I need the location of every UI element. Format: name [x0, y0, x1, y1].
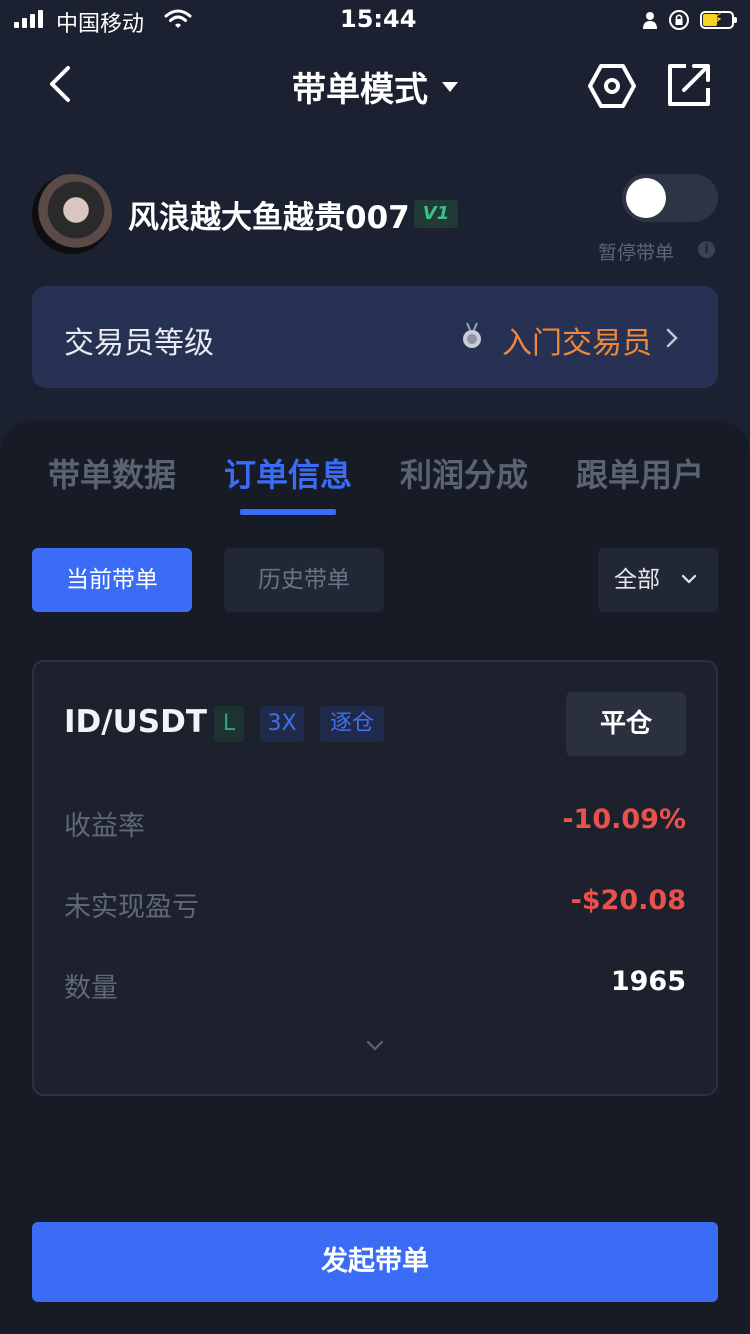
start-copy-trade-button[interactable]: 发起带单: [32, 1222, 718, 1302]
margin-mode-tag: 逐仓: [320, 706, 384, 742]
trader-level-title: 交易员等级: [64, 326, 214, 361]
unrealized-pnl-label: 未实现盈亏: [64, 892, 199, 923]
status-bar: 中国移动 15:44 ⚡: [0, 0, 750, 40]
leverage-tag: 3X: [260, 706, 304, 742]
unrealized-pnl-value: -$20.08: [570, 885, 686, 916]
status-time: 15:44: [340, 5, 417, 33]
share-icon[interactable]: [664, 60, 714, 110]
hexagon-settings-icon[interactable]: [586, 60, 638, 112]
status-indicators: ⚡: [642, 9, 737, 31]
pause-copy-toggle[interactable]: [622, 174, 718, 222]
info-icon[interactable]: i: [698, 241, 715, 258]
tab-profit-share[interactable]: 利润分成: [400, 450, 528, 496]
pause-copy-label: 暂停带单: [598, 242, 675, 264]
return-rate-label: 收益率: [64, 811, 145, 842]
back-chevron-icon[interactable]: [40, 60, 84, 108]
active-tab-indicator: [240, 509, 336, 515]
quantity-value: 1965: [610, 966, 686, 997]
history-orders-button[interactable]: 历史带单: [224, 548, 384, 612]
current-orders-button[interactable]: 当前带单: [32, 548, 192, 612]
cellular-signal-icon: [14, 10, 43, 28]
side-tag: L: [214, 706, 244, 742]
trader-level-value: 入门交易员: [502, 326, 652, 361]
toggle-knob: [626, 178, 666, 218]
vip-badge: V1: [414, 200, 458, 228]
carrier-name: 中国移动: [56, 12, 145, 37]
rotation-lock-icon: [669, 10, 689, 30]
caret-down-icon: [442, 81, 458, 92]
person-icon: [643, 12, 657, 29]
medal-icon: [463, 322, 481, 348]
tab-order-info[interactable]: 订单信息: [224, 450, 352, 496]
wifi-icon: [164, 9, 192, 28]
page-title-text: 带单模式: [292, 70, 428, 110]
quantity-label: 数量: [64, 973, 118, 1004]
battery-icon: ⚡: [700, 9, 737, 30]
mode-selector[interactable]: 带单模式: [292, 62, 458, 111]
avatar[interactable]: [32, 174, 112, 254]
username: 风浪越大鱼越贵007: [128, 200, 410, 236]
chevron-down-icon: [681, 574, 697, 584]
filter-selected: 全部: [614, 567, 660, 593]
trading-pair: ID/USDT: [64, 704, 207, 740]
close-position-button[interactable]: 平仓: [566, 692, 686, 756]
expand-chevron-icon[interactable]: [366, 1040, 384, 1052]
tab-followers[interactable]: 跟单用户: [576, 450, 704, 496]
filter-dropdown[interactable]: 全部: [598, 548, 718, 612]
chevron-right-icon: [666, 328, 678, 348]
tab-copy-data[interactable]: 带单数据: [48, 450, 176, 496]
return-rate-value: -10.09%: [562, 804, 686, 835]
